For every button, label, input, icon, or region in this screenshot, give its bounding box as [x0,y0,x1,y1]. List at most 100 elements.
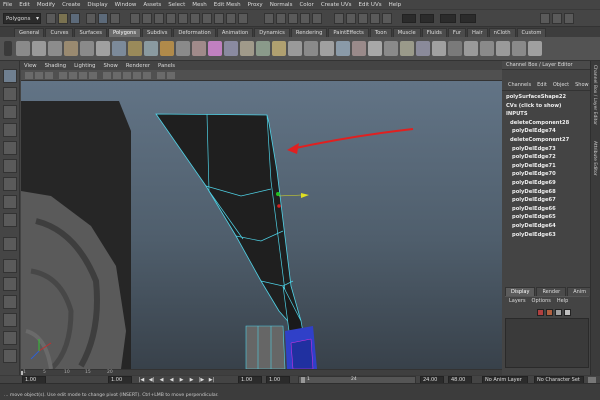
layout-single-pane-icon[interactable] [3,259,17,273]
render-view-icon[interactable] [346,13,356,24]
input-field-3[interactable] [460,14,476,23]
snap-view-icon[interactable] [300,13,310,24]
menu-color[interactable]: Color [299,2,313,8]
menu-edit-mesh[interactable]: Edit Mesh [214,2,241,8]
xray-icon[interactable] [157,72,165,79]
planar-mapping-icon[interactable] [464,41,478,56]
smooth-shade-icon[interactable] [113,72,121,79]
toggle-tool-settings-icon[interactable] [552,13,562,24]
layer-menu-help[interactable]: Help [557,297,568,305]
snap-grid-icon[interactable] [264,13,274,24]
mask-icon-3[interactable] [154,13,164,24]
last-tool-icon[interactable] [3,237,17,251]
wireframe-icon[interactable] [103,72,111,79]
poly-cube-icon[interactable] [32,41,46,56]
mask-icon-9[interactable] [226,13,236,24]
side-tab-channel-box[interactable]: Channel Box / Layer Editor [592,65,597,125]
separate-icon[interactable] [128,41,142,56]
input-node[interactable]: polyDelEdge63 [506,231,586,240]
viewport-menu-show[interactable]: Show [104,63,118,69]
poly-torus-icon[interactable] [96,41,110,56]
input-node[interactable]: polyDelEdge64 [506,222,586,231]
new-layer-from-selected-icon[interactable] [564,309,571,316]
resolution-gate-icon[interactable] [89,72,97,79]
menu-edit[interactable]: Edit [19,2,30,8]
offset-edge-loop-icon[interactable] [304,41,318,56]
reduce-icon[interactable] [416,41,430,56]
manipulator-x-handle[interactable] [277,204,281,208]
save-scene-icon[interactable] [70,13,80,24]
layout-side-by-side-icon[interactable] [3,295,17,309]
input-node[interactable]: polyDelEdge73 [506,145,586,154]
show-manipulator-icon[interactable] [3,213,17,227]
triangulate-icon[interactable] [384,41,398,56]
menu-modify[interactable]: Modify [37,2,55,8]
layer-menu-layers[interactable]: Layers [509,297,526,305]
film-gate-icon[interactable] [79,72,87,79]
input-field-mode[interactable] [402,14,416,23]
fill-hole-icon[interactable] [368,41,382,56]
select-camera-icon[interactable] [25,72,33,79]
menu-set-select[interactable]: Polygons [3,13,41,24]
layer-tab-display[interactable]: Display [505,287,536,296]
manipulator-z-arrow[interactable] [301,193,309,198]
move-layer-up-icon[interactable] [537,309,544,316]
bookmarks-icon[interactable] [45,72,53,79]
collapse-icon[interactable] [352,41,366,56]
menu-edit-uvs[interactable]: Edit UVs [359,2,382,8]
menu-file[interactable]: File [3,2,12,8]
shelf-tab-rendering[interactable]: Rendering [290,28,328,37]
shape-node-name[interactable]: polySurfaceShape22 [506,93,586,102]
combine-icon[interactable] [112,41,126,56]
viewport-menu-view[interactable]: View [24,63,37,69]
shelf-tab-ncloth[interactable]: nCloth [488,28,516,37]
shelf-tab-custom[interactable]: Custom [516,28,547,37]
mask-icon-2[interactable] [142,13,152,24]
isolate-select-icon[interactable] [167,72,175,79]
input-node[interactable]: polyDelEdge70 [506,170,586,179]
spherical-mapping-icon[interactable] [496,41,510,56]
poly-cone-icon[interactable] [64,41,78,56]
soft-modification-icon[interactable] [3,195,17,209]
input-node[interactable]: polyDelEdge65 [506,213,586,222]
snap-curve-icon[interactable] [276,13,286,24]
channel-box-menu-show[interactable]: Show [575,81,589,90]
shelf-tab-subdivs[interactable]: Subdivs [142,28,173,37]
menu-create[interactable]: Create [62,2,80,8]
lights-icon[interactable] [143,72,151,79]
mirror-icon[interactable] [208,41,222,56]
side-tab-attribute-editor[interactable]: Attribute Editor [592,141,597,176]
input-node[interactable]: polyDelEdge71 [506,162,586,171]
shelf-tab-toon[interactable]: Toon [369,28,392,37]
input-node[interactable]: deleteComponent27 [506,136,586,145]
insert-edge-loop-icon[interactable] [288,41,302,56]
menu-create-uvs[interactable]: Create UVs [321,2,352,8]
input-node[interactable]: deleteComponent28 [506,119,586,128]
layout-persp-outliner-icon[interactable] [3,331,17,345]
layout-persp-graph-icon[interactable] [3,313,17,327]
merge-icon[interactable] [336,41,350,56]
shelf-tab-fur[interactable]: Fur [447,28,466,37]
boolean-difference-icon[interactable] [192,41,206,56]
paint-select-tool-icon[interactable] [3,105,17,119]
textured-icon[interactable] [133,72,141,79]
viewport-menu-renderer[interactable]: Renderer [126,63,150,69]
extrude-icon[interactable] [224,41,238,56]
automatic-mapping-icon[interactable] [512,41,526,56]
input-node[interactable]: polyDelEdge74 [506,127,586,136]
layer-menu-options[interactable]: Options [532,297,551,305]
split-polygon-icon[interactable] [272,41,286,56]
wireframe-on-shaded-icon[interactable] [123,72,131,79]
input-node[interactable]: polyDelEdge72 [506,153,586,162]
input-field-2[interactable] [440,14,456,23]
viewport-menu-lighting[interactable]: Lighting [74,63,95,69]
open-scene-icon[interactable] [58,13,68,24]
mask-icon-10[interactable] [238,13,248,24]
menu-select[interactable]: Select [168,2,185,8]
mask-icon-8[interactable] [214,13,224,24]
new-scene-icon[interactable] [46,13,56,24]
shelf-menu-icon[interactable] [4,41,12,56]
shelf-tab-animation[interactable]: Animation [216,28,254,37]
smooth-icon[interactable] [160,41,174,56]
menu-assets[interactable]: Assets [143,2,161,8]
